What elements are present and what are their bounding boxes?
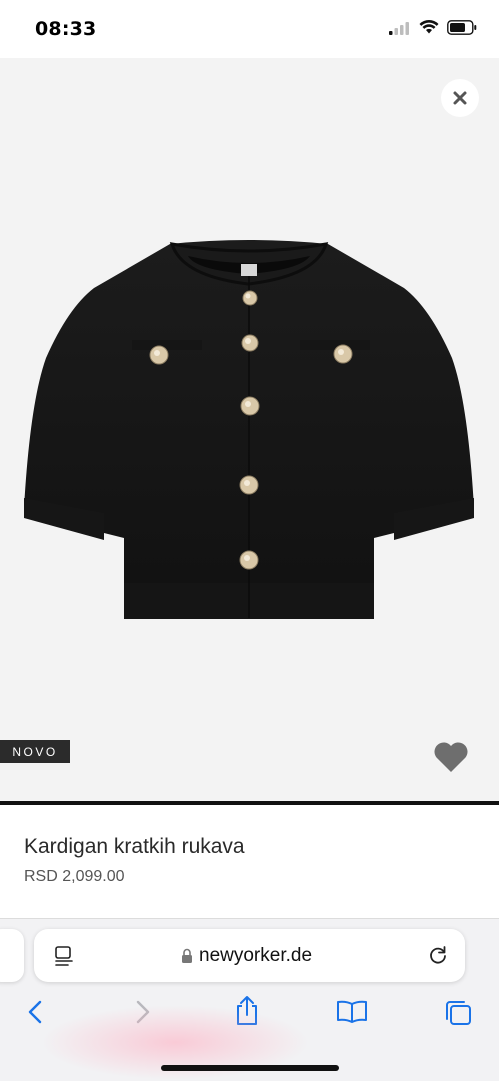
product-image-area[interactable] — [0, 58, 499, 800]
home-indicator[interactable] — [161, 1065, 339, 1071]
close-button[interactable] — [441, 79, 479, 117]
heart-icon — [434, 742, 468, 772]
new-badge: NOVO — [0, 740, 70, 763]
reload-icon[interactable] — [427, 944, 449, 966]
address-bar[interactable]: newyorker.de — [34, 929, 465, 982]
wifi-icon — [419, 20, 439, 34]
favorite-button[interactable] — [432, 740, 470, 779]
product-info: Kardigan kratkih rukava RSD 2,099.00 — [0, 805, 499, 918]
product-image — [24, 240, 474, 619]
status-icons — [389, 20, 477, 35]
tabs-icon[interactable] — [443, 999, 473, 1027]
lock-icon — [182, 948, 192, 963]
reader-icon[interactable] — [54, 945, 76, 967]
previous-tab-preview[interactable] — [0, 929, 24, 982]
book-icon[interactable] — [336, 999, 368, 1025]
battery-icon — [447, 20, 477, 35]
status-bar: 08:33 — [0, 0, 499, 58]
status-time: 08:33 — [35, 18, 97, 40]
product-price: RSD 2,099.00 — [24, 868, 125, 885]
signal-icon — [389, 21, 409, 35]
close-icon — [453, 91, 467, 105]
product-title: Kardigan kratkih rukava — [24, 835, 245, 858]
url-text[interactable]: newyorker.de — [199, 945, 312, 967]
